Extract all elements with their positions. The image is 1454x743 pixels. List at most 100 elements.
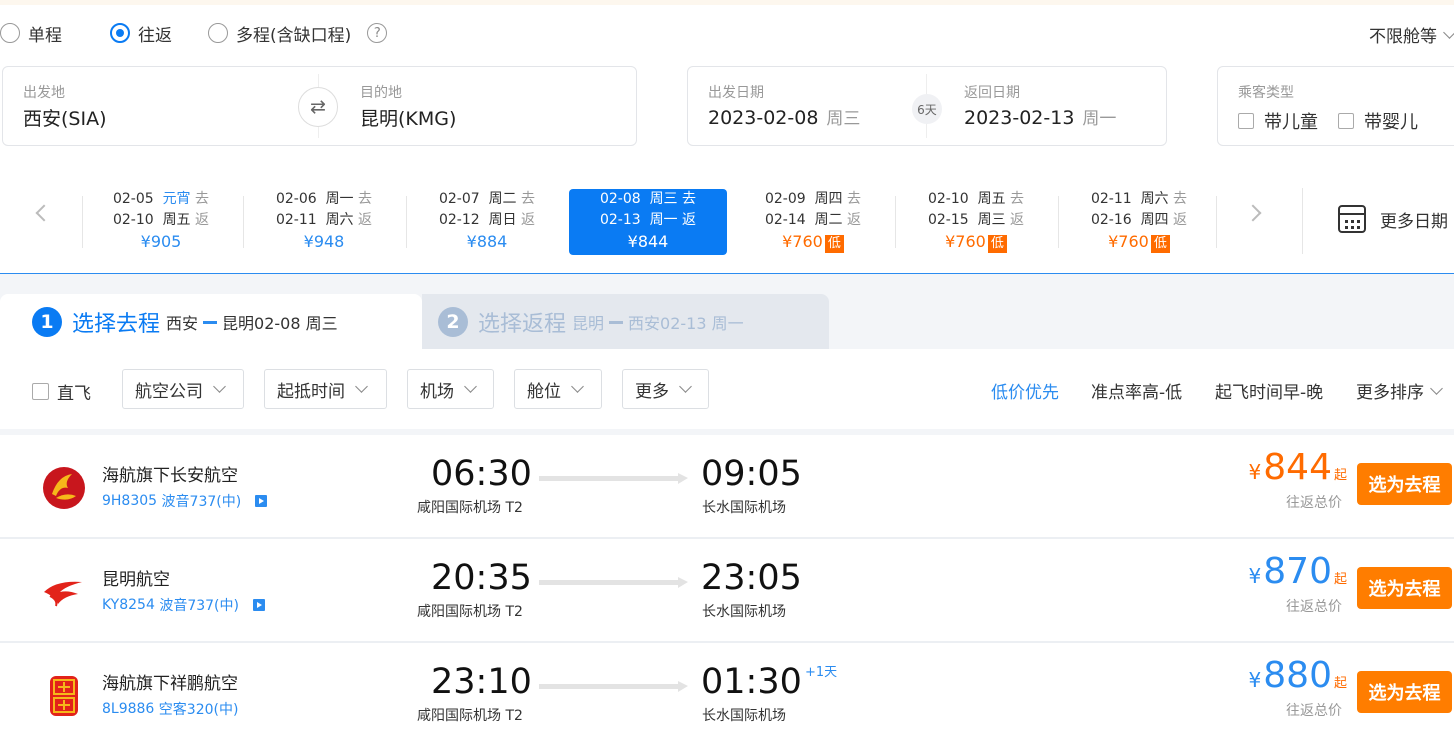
chevron-down-icon: [571, 380, 584, 393]
date-option-price: ¥844: [627, 232, 669, 251]
with-child-checkbox[interactable]: 带儿童: [1238, 108, 1318, 134]
kunming-logo-icon: [44, 581, 82, 607]
arrival-time: 01:30: [701, 662, 802, 702]
date-separator: [1302, 188, 1303, 254]
arrow-right-icon: [203, 320, 218, 324]
flight-price: ¥880 起: [1248, 655, 1347, 696]
help-icon[interactable]: ?: [367, 23, 388, 43]
radio-checked-icon: [110, 23, 130, 43]
destination-input[interactable]: 昆明(KMG): [360, 104, 456, 131]
select-outbound-button[interactable]: 选为去程: [1357, 463, 1452, 505]
sort-on-time-rate[interactable]: 准点率高-低: [1091, 378, 1182, 403]
trip-type-oneway[interactable]: 单程: [0, 21, 62, 46]
trip-type-group: 单程 往返 多程(含缺口程) ?: [0, 20, 388, 46]
date-separator: [243, 196, 244, 248]
passenger-box: [1217, 66, 1454, 146]
play-icon[interactable]: [255, 495, 268, 507]
direct-flight-checkbox[interactable]: 直飞: [32, 379, 91, 404]
departure-airport: 咸阳国际机场 T2: [417, 500, 523, 516]
date-option-price: ¥760: [945, 232, 986, 251]
more-dates-button[interactable]: 更多日期: [1338, 205, 1448, 233]
calendar-icon: [1338, 205, 1366, 233]
flight-row[interactable]: 昆明航空 KY8254 波音737(中) 20:35 咸阳国际机场 T2 23:…: [0, 539, 1454, 641]
departure-time: 20:35: [431, 558, 532, 598]
date-option-price: ¥760: [782, 232, 823, 251]
flight-row[interactable]: 海航旗下祥鹏航空 8L9886 空客320(中) 23:10 咸阳国际机场 T2…: [0, 643, 1454, 743]
airline-name: 昆明航空: [102, 570, 170, 590]
trip-type-roundtrip[interactable]: 往返: [110, 21, 172, 46]
chevron-down-icon: [1443, 25, 1454, 39]
departure-airport: 咸阳国际机场 T2: [417, 604, 523, 620]
return-date-input[interactable]: 2023-02-13 周一: [964, 104, 1116, 129]
sort-departure-time[interactable]: 起飞时间早-晚: [1215, 378, 1323, 403]
radio-icon: [208, 23, 228, 43]
with-infant-checkbox[interactable]: 带婴儿: [1338, 108, 1418, 134]
date-option-4[interactable]: 02-09 周四 去 02-14 周二 返 ¥760 低: [734, 189, 892, 255]
date-option-1[interactable]: 02-06 周一 去 02-11 周六 返 ¥948: [245, 189, 403, 255]
departure-time: 23:10: [431, 662, 532, 702]
flight-number[interactable]: 9H8305 波音737(中): [102, 491, 268, 511]
filter-cabin[interactable]: 舱位: [514, 369, 602, 409]
low-price-badge: 低: [1150, 235, 1170, 253]
arrival-time: 09:05: [701, 454, 802, 494]
date-option-2[interactable]: 02-07 周二 去 02-12 周日 返 ¥884: [408, 189, 566, 255]
low-price-badge: 低: [824, 235, 844, 253]
filter-more[interactable]: 更多: [622, 369, 709, 409]
flight-number[interactable]: KY8254 波音737(中): [102, 595, 265, 615]
filter-airline[interactable]: 航空公司: [122, 369, 244, 409]
chevron-down-icon: [213, 380, 226, 393]
filter-time[interactable]: 起抵时间: [264, 369, 387, 409]
passenger-options: 带儿童 带婴儿: [1238, 108, 1438, 134]
flight-arrow-icon: [539, 577, 688, 588]
airline-name: 海航旗下长安航空: [102, 466, 238, 486]
trip-days-badge: 6天: [912, 94, 942, 124]
step-select-return[interactable]: 2 选择返程 昆明 西安02-13 周一: [422, 294, 829, 349]
flight-arrow-icon: [539, 681, 688, 692]
select-outbound-button[interactable]: 选为去程: [1357, 671, 1452, 713]
price-note: 往返总价: [1286, 703, 1342, 719]
arrival-airport: 长水国际机场: [702, 708, 786, 724]
flight-row[interactable]: 海航旗下长安航空 9H8305 波音737(中) 06:30 咸阳国际机场 T2…: [0, 435, 1454, 537]
checkbox-icon: [1238, 113, 1254, 129]
chevron-down-icon: [355, 380, 368, 393]
date-option-price: ¥948: [303, 232, 345, 251]
low-price-badge: 低: [987, 235, 1007, 253]
depart-date-label: 出发日期: [708, 85, 764, 101]
origin-label: 出发地: [23, 85, 65, 101]
date-option-3-selected[interactable]: 02-08 周三 去 02-13 周一 返 ¥844: [569, 189, 727, 255]
step-title: 选择返程: [478, 311, 567, 337]
departure-time: 06:30: [431, 454, 532, 494]
return-date-label: 返回日期: [964, 85, 1020, 101]
origin-input[interactable]: 西安(SIA): [23, 104, 107, 131]
select-outbound-button[interactable]: 选为去程: [1357, 567, 1452, 609]
passenger-label: 乘客类型: [1238, 85, 1294, 101]
checkbox-icon: [32, 383, 49, 400]
filter-airport[interactable]: 机场: [407, 369, 494, 409]
swap-icon[interactable]: ⇄: [298, 87, 338, 127]
date-option-6[interactable]: 02-11 周六 去 02-16 周四 返 ¥760 低: [1060, 189, 1218, 255]
flight-price: ¥870 起: [1248, 551, 1347, 592]
cabin-class-select[interactable]: 不限舱等: [1369, 22, 1454, 47]
date-option-price: ¥760: [1108, 232, 1149, 251]
arrow-right-icon: [609, 320, 624, 324]
trip-type-multicity[interactable]: 多程(含缺口程): [208, 21, 351, 46]
sort-more[interactable]: 更多排序: [1356, 378, 1443, 403]
step-route: 西安 昆明02-08 周三: [166, 313, 338, 333]
date-separator: [1058, 196, 1059, 248]
chevron-down-icon: [1430, 381, 1443, 395]
step-route: 昆明 西安02-13 周一: [572, 313, 744, 333]
arrival-airport: 长水国际机场: [702, 500, 786, 516]
step-select-outbound[interactable]: 1 选择去程 西安 昆明02-08 周三: [0, 294, 422, 349]
flight-number[interactable]: 8L9886 空客320(中): [102, 699, 238, 719]
radio-icon: [0, 23, 20, 43]
date-separator: [406, 196, 407, 248]
arrival-time: 23:05: [701, 558, 802, 598]
date-option-5[interactable]: 02-10 周五 去 02-15 周三 返 ¥760 低: [897, 189, 1055, 255]
depart-date-input[interactable]: 2023-02-08 周三: [708, 104, 860, 129]
sort-lowest-price[interactable]: 低价优先: [991, 378, 1059, 403]
departure-airport: 咸阳国际机场 T2: [417, 708, 523, 724]
play-icon[interactable]: [252, 599, 265, 611]
changan-logo-icon: [43, 467, 85, 509]
step-number: 2: [438, 306, 468, 337]
date-option-0[interactable]: 02-05 元宵 去 02-10 周五 返 ¥905: [82, 189, 240, 255]
